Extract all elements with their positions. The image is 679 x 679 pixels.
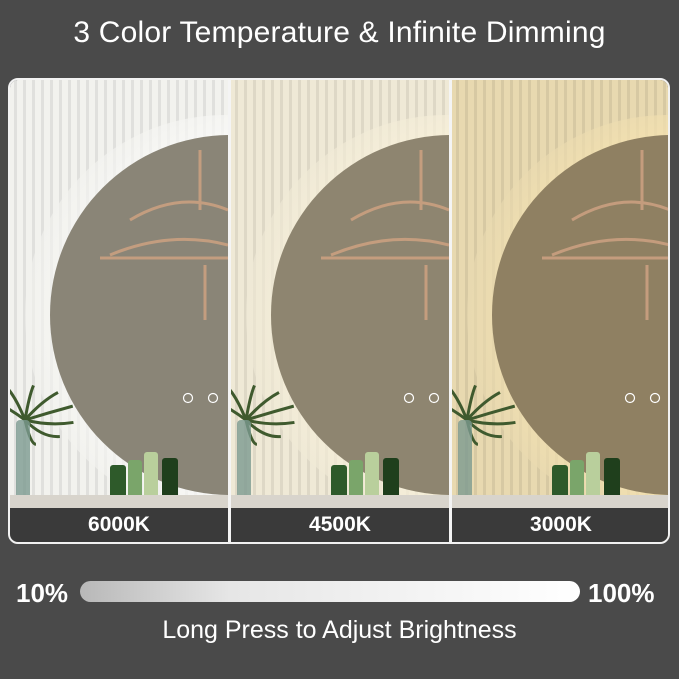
mirror-panel-6000k: 6000K xyxy=(10,80,228,542)
brightness-max-label: 100% xyxy=(588,578,655,608)
mirror-panel-4500k: 4500K xyxy=(231,80,449,542)
temperature-label: 6000K xyxy=(10,508,228,542)
glass-vase xyxy=(16,420,30,500)
glass-vase xyxy=(237,420,251,500)
brightness-gradient-bar xyxy=(80,581,580,602)
mirror-scene-illustration xyxy=(10,80,228,542)
brightness-min-label: 10% xyxy=(16,578,69,608)
temperature-label: 3000K xyxy=(452,508,668,542)
brightness-caption: Long Press to Adjust Brightness xyxy=(162,616,517,644)
mirror-scene-illustration xyxy=(231,80,449,542)
headline: 3 Color Temperature & Infinite Dimming xyxy=(73,16,606,49)
mirror-panel-3000k: 3000K xyxy=(452,80,668,542)
glass-vase xyxy=(458,420,472,500)
temperature-label: 4500K xyxy=(231,508,449,542)
mirror-scene-illustration xyxy=(452,80,668,542)
comparison-frame: 6000K 4500K 3000K xyxy=(8,78,670,544)
